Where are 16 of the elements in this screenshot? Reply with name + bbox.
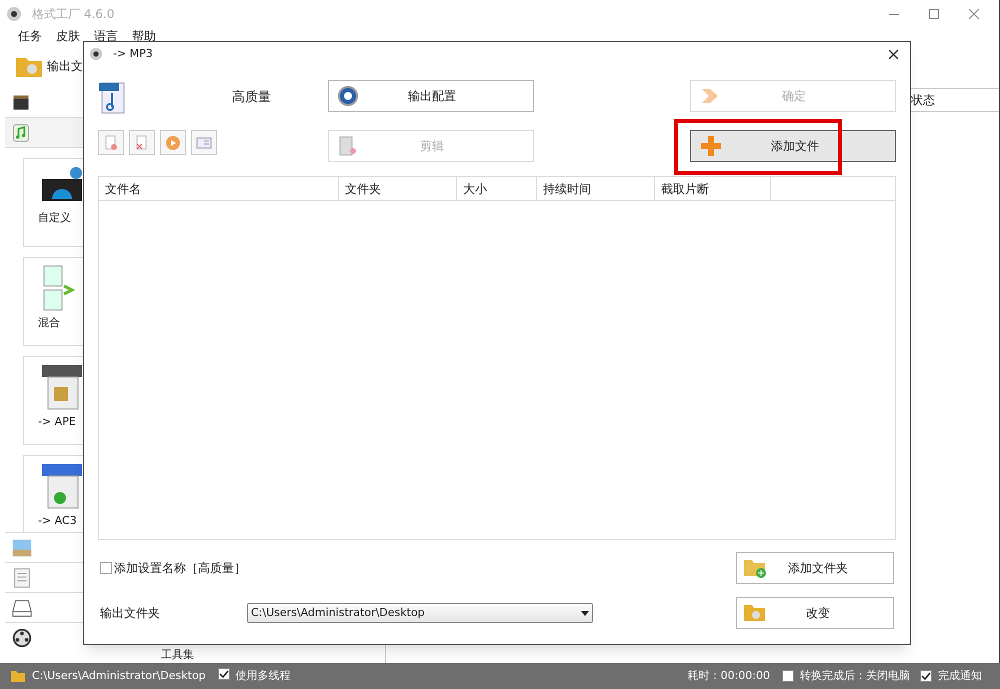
format-card-label: -> AC3 (38, 514, 77, 527)
checkbox-label: 使用多线程 (236, 668, 291, 684)
format-card-label: 混合 (38, 316, 60, 329)
format-card-label: -> APE (38, 415, 76, 428)
window-title: 格式工厂 4.6.0 (32, 6, 114, 23)
quality-label: 高质量 (232, 89, 271, 108)
format-card-label: 自定义 (38, 211, 71, 224)
checkbox-label: 添加设置名称［高质量］ (114, 560, 246, 577)
status-path: C:\Users\Administrator\Desktop (32, 668, 206, 684)
elapsed-time: 耗时：00:00:00 (688, 668, 770, 684)
dialog-title: -> MP3 (113, 46, 153, 62)
column-header: 状态 (911, 92, 935, 109)
checkbox-label: 转换完成后：关闭电脑 (800, 668, 910, 684)
output-folder-label: 输出文件夹 (100, 605, 161, 622)
checkbox-label: 完成通知 (938, 668, 982, 684)
category-label: 工具集 (161, 649, 194, 660)
